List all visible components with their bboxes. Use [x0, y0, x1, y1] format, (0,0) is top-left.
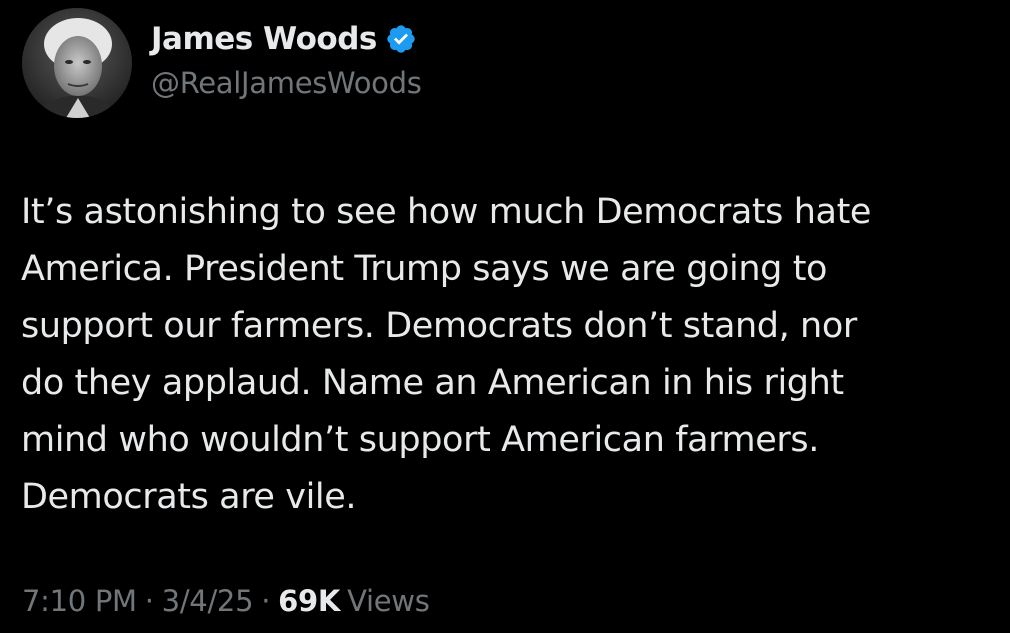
author-block: James Woods @RealJamesWoods: [151, 18, 422, 100]
tweet-date[interactable]: 3/4/25: [162, 584, 254, 618]
avatar[interactable]: [22, 8, 132, 118]
display-name[interactable]: James Woods: [151, 21, 377, 57]
profile-photo-icon: [22, 8, 132, 118]
views-label[interactable]: Views: [347, 584, 430, 618]
tweet: James Woods @RealJamesWoods It’s astonis…: [0, 0, 1010, 633]
tweet-time[interactable]: 7:10 PM: [22, 584, 137, 618]
verified-badge-icon[interactable]: [385, 23, 417, 55]
tweet-meta: 7:10 PM · 3/4/25 · 69K Views: [22, 584, 430, 618]
meta-separator: ·: [261, 584, 271, 618]
handle[interactable]: @RealJamesWoods: [151, 66, 422, 100]
meta-separator: ·: [144, 584, 154, 618]
views-count[interactable]: 69K: [278, 584, 340, 618]
tweet-text: It’s astonishing to see how much Democra…: [21, 192, 872, 517]
name-row: James Woods: [151, 18, 422, 60]
